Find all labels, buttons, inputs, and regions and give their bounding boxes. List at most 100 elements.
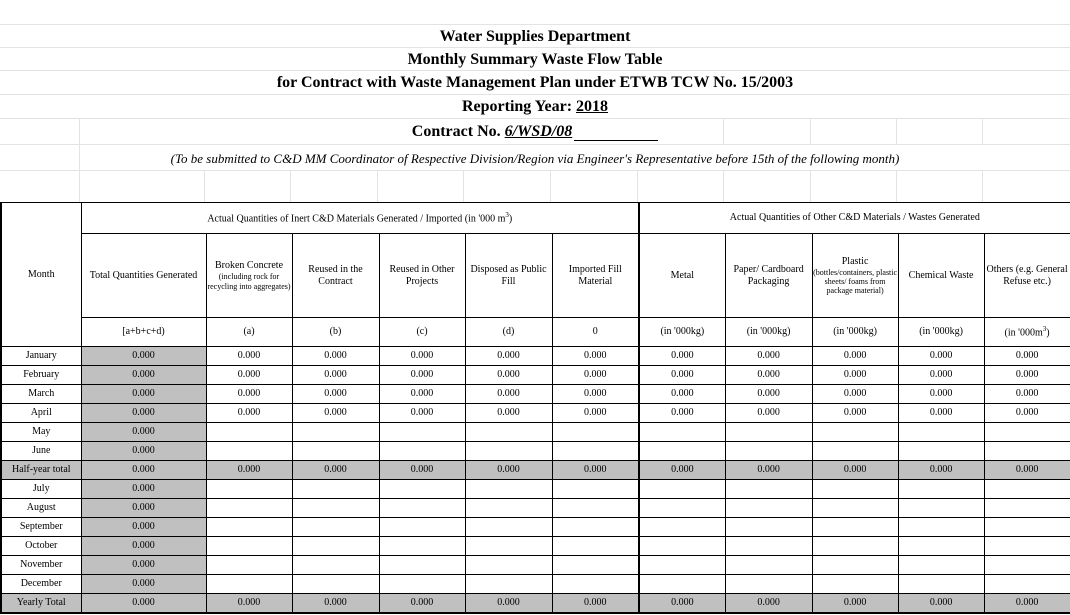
value-cell[interactable]: 0.000 bbox=[897, 460, 985, 480]
value-cell[interactable] bbox=[551, 574, 640, 594]
value-cell[interactable] bbox=[897, 574, 985, 594]
value-cell[interactable] bbox=[724, 498, 813, 518]
value-cell[interactable]: 0.000 bbox=[291, 384, 380, 404]
value-cell[interactable] bbox=[551, 422, 640, 442]
value-cell[interactable] bbox=[638, 536, 726, 556]
value-cell[interactable] bbox=[551, 498, 640, 518]
value-cell[interactable] bbox=[724, 479, 813, 499]
value-cell[interactable]: 0.000 bbox=[205, 460, 293, 480]
value-cell[interactable] bbox=[724, 574, 813, 594]
value-cell[interactable] bbox=[897, 422, 985, 442]
value-cell[interactable] bbox=[551, 441, 640, 461]
value-cell[interactable] bbox=[638, 479, 726, 499]
value-cell[interactable] bbox=[464, 574, 553, 594]
value-cell[interactable]: 0.000 bbox=[205, 384, 293, 404]
value-cell[interactable] bbox=[638, 555, 726, 575]
value-cell[interactable] bbox=[638, 517, 726, 537]
value-cell[interactable] bbox=[811, 441, 899, 461]
value-cell[interactable] bbox=[464, 517, 553, 537]
value-cell[interactable]: 0.000 bbox=[378, 460, 466, 480]
value-cell[interactable]: 0.000 bbox=[897, 365, 985, 385]
value-cell[interactable]: 0.000 bbox=[205, 593, 293, 614]
value-cell[interactable] bbox=[811, 555, 899, 575]
value-cell[interactable] bbox=[724, 555, 813, 575]
value-cell[interactable] bbox=[464, 441, 553, 461]
value-cell[interactable] bbox=[291, 498, 380, 518]
value-cell[interactable]: 0.000 bbox=[638, 593, 726, 614]
value-cell[interactable]: 0.000 bbox=[983, 365, 1070, 385]
value-cell[interactable]: 0.000 bbox=[551, 593, 640, 614]
value-cell[interactable]: 0.000 bbox=[811, 460, 899, 480]
value-cell[interactable] bbox=[291, 555, 380, 575]
value-cell[interactable] bbox=[464, 498, 553, 518]
value-cell[interactable] bbox=[897, 517, 985, 537]
value-cell[interactable] bbox=[897, 536, 985, 556]
value-cell[interactable] bbox=[811, 536, 899, 556]
value-cell[interactable] bbox=[897, 498, 985, 518]
value-cell[interactable] bbox=[464, 536, 553, 556]
value-cell[interactable]: 0.000 bbox=[724, 403, 813, 423]
value-cell[interactable]: 0.000 bbox=[291, 593, 380, 614]
value-cell[interactable]: 0.000 bbox=[378, 593, 466, 614]
value-cell[interactable] bbox=[378, 479, 466, 499]
value-cell[interactable]: 0.000 bbox=[378, 384, 466, 404]
value-cell[interactable]: 0.000 bbox=[983, 346, 1070, 366]
value-cell[interactable] bbox=[551, 517, 640, 537]
value-cell[interactable]: 0.000 bbox=[897, 384, 985, 404]
value-cell[interactable]: 0.000 bbox=[551, 365, 640, 385]
value-cell[interactable]: 0.000 bbox=[205, 403, 293, 423]
value-cell[interactable]: 0.000 bbox=[724, 384, 813, 404]
value-cell[interactable] bbox=[291, 422, 380, 442]
value-cell[interactable] bbox=[983, 479, 1070, 499]
value-cell[interactable]: 0.000 bbox=[811, 346, 899, 366]
value-cell[interactable]: 0.000 bbox=[897, 346, 985, 366]
value-cell[interactable] bbox=[724, 517, 813, 537]
value-cell[interactable] bbox=[983, 574, 1070, 594]
value-cell[interactable]: 0.000 bbox=[378, 403, 466, 423]
value-cell[interactable] bbox=[811, 479, 899, 499]
value-cell[interactable] bbox=[205, 479, 293, 499]
value-cell[interactable] bbox=[724, 441, 813, 461]
value-cell[interactable]: 0.000 bbox=[638, 365, 726, 385]
value-cell[interactable] bbox=[378, 441, 466, 461]
value-cell[interactable] bbox=[983, 422, 1070, 442]
value-cell[interactable] bbox=[378, 498, 466, 518]
value-cell[interactable] bbox=[205, 441, 293, 461]
value-cell[interactable] bbox=[464, 555, 553, 575]
value-cell[interactable]: 0.000 bbox=[464, 384, 553, 404]
value-cell[interactable] bbox=[205, 517, 293, 537]
value-cell[interactable] bbox=[724, 536, 813, 556]
value-cell[interactable]: 0.000 bbox=[897, 403, 985, 423]
value-cell[interactable] bbox=[291, 441, 380, 461]
value-cell[interactable]: 0.000 bbox=[983, 593, 1070, 614]
value-cell[interactable] bbox=[378, 536, 466, 556]
value-cell[interactable]: 0.000 bbox=[983, 403, 1070, 423]
value-cell[interactable]: 0.000 bbox=[464, 593, 553, 614]
value-cell[interactable] bbox=[897, 479, 985, 499]
value-cell[interactable]: 0.000 bbox=[811, 403, 899, 423]
value-cell[interactable]: 0.000 bbox=[638, 460, 726, 480]
value-cell[interactable]: 0.000 bbox=[378, 365, 466, 385]
value-cell[interactable] bbox=[551, 536, 640, 556]
value-cell[interactable] bbox=[983, 498, 1070, 518]
value-cell[interactable]: 0.000 bbox=[205, 346, 293, 366]
value-cell[interactable] bbox=[897, 555, 985, 575]
value-cell[interactable]: 0.000 bbox=[291, 346, 380, 366]
value-cell[interactable]: 0.000 bbox=[638, 346, 726, 366]
value-cell[interactable]: 0.000 bbox=[811, 593, 899, 614]
value-cell[interactable] bbox=[378, 555, 466, 575]
value-cell[interactable]: 0.000 bbox=[724, 593, 813, 614]
value-cell[interactable] bbox=[378, 517, 466, 537]
value-cell[interactable] bbox=[638, 422, 726, 442]
value-cell[interactable] bbox=[205, 574, 293, 594]
value-cell[interactable]: 0.000 bbox=[551, 384, 640, 404]
value-cell[interactable]: 0.000 bbox=[638, 384, 726, 404]
value-cell[interactable] bbox=[897, 441, 985, 461]
value-cell[interactable] bbox=[378, 574, 466, 594]
value-cell[interactable] bbox=[811, 498, 899, 518]
value-cell[interactable] bbox=[205, 422, 293, 442]
value-cell[interactable]: 0.000 bbox=[638, 403, 726, 423]
value-cell[interactable]: 0.000 bbox=[724, 346, 813, 366]
value-cell[interactable] bbox=[638, 498, 726, 518]
value-cell[interactable]: 0.000 bbox=[464, 346, 553, 366]
